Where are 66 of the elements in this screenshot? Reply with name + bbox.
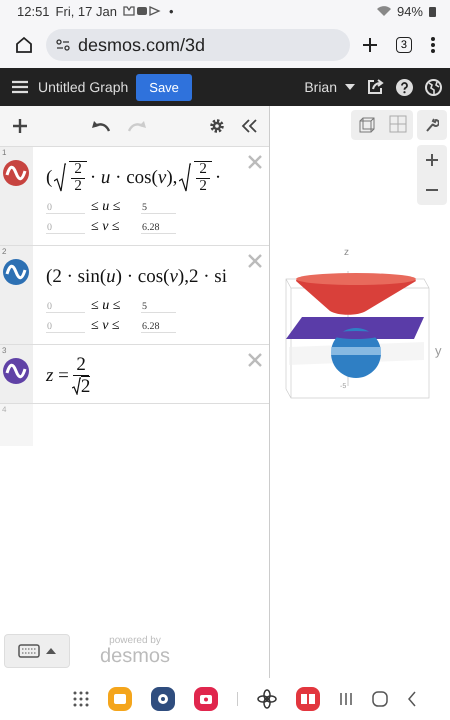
domain-max-field[interactable]: 5 — [141, 301, 176, 313]
site-settings-icon[interactable] — [56, 39, 70, 51]
domain-max-field[interactable]: 5 — [141, 202, 176, 214]
line-number: 4 — [2, 405, 6, 414]
graph-style-icon[interactable] — [3, 160, 29, 186]
collapse-icon[interactable] — [241, 119, 257, 133]
powered-by-text: powered by — [109, 636, 161, 646]
camera-app-icon[interactable] — [194, 687, 218, 711]
undo-icon[interactable] — [90, 120, 110, 132]
user-menu[interactable]: Brian — [304, 79, 337, 95]
cube-icon[interactable] — [357, 115, 377, 135]
graph-style-icon[interactable] — [3, 358, 29, 384]
add-icon[interactable] — [12, 118, 28, 134]
axis-label: y — [435, 343, 442, 358]
line-number: 2 — [2, 247, 6, 256]
caret-icon[interactable] — [345, 84, 355, 90]
line-number: 1 — [2, 148, 6, 157]
status-dot: • — [168, 4, 174, 18]
caret-up-icon — [46, 648, 56, 654]
status-date: Fri, 17 Jan — [56, 4, 117, 18]
back-icon[interactable] — [407, 691, 417, 707]
domain-variable: ≤ v ≤ — [91, 219, 121, 235]
recent-apps-icon[interactable] — [339, 692, 353, 706]
more-icon[interactable] — [430, 36, 436, 54]
tab-count-button[interactable]: 3 — [396, 37, 412, 53]
radical-sign — [54, 163, 66, 193]
battery-icon — [429, 6, 436, 16]
book-app-icon[interactable] — [296, 687, 320, 711]
radical-sign — [179, 163, 192, 193]
line-number: 3 — [2, 346, 6, 355]
help-icon[interactable] — [396, 78, 413, 96]
domain-variable: ≤ v ≤ — [91, 318, 121, 334]
save-button[interactable]: Save — [136, 74, 192, 100]
keyboard-icon — [18, 644, 40, 658]
url-text: desmos.com/3d — [78, 34, 206, 56]
apps-grid-icon[interactable] — [73, 691, 89, 707]
keyboard-button[interactable] — [4, 634, 70, 668]
axis-label: z — [344, 247, 349, 258]
desmos-logo-text: desmos — [100, 646, 170, 666]
settings-app-icon[interactable] — [151, 687, 175, 711]
sphere-surface[interactable] — [331, 328, 381, 378]
expression-formula[interactable]: (2 · sin(u) · cos(v),2 · si — [46, 256, 245, 298]
domain-max-field[interactable]: 6.28 — [141, 222, 176, 234]
menu-icon[interactable] — [12, 80, 28, 94]
graph-style-icon[interactable] — [3, 259, 29, 285]
address-bar[interactable]: desmos.com/3d — [46, 29, 350, 61]
home-icon[interactable] — [14, 35, 34, 55]
settings-icon[interactable] — [209, 118, 225, 134]
share-icon[interactable] — [367, 79, 384, 95]
globe-icon[interactable] — [425, 78, 442, 96]
wifi-icon — [376, 6, 391, 16]
wrench-button[interactable] — [417, 110, 447, 140]
domain-variable: ≤ u ≤ — [91, 298, 122, 314]
flower-app-icon[interactable] — [257, 689, 277, 709]
new-tab-icon[interactable] — [362, 37, 378, 53]
plus-icon — [426, 154, 438, 166]
notification-icons — [122, 5, 163, 17]
status-time: 12:51 — [17, 4, 50, 18]
wrench-icon — [425, 118, 439, 132]
home-button-icon[interactable] — [372, 691, 388, 707]
domain-variable: ≤ u ≤ — [91, 199, 122, 215]
cone-surface[interactable] — [296, 273, 416, 315]
graph-title[interactable]: Untitled Graph — [38, 79, 128, 95]
radical-sign — [72, 377, 81, 396]
battery-level: 94% — [396, 4, 423, 18]
domain-max-field[interactable]: 6.28 — [141, 321, 176, 333]
